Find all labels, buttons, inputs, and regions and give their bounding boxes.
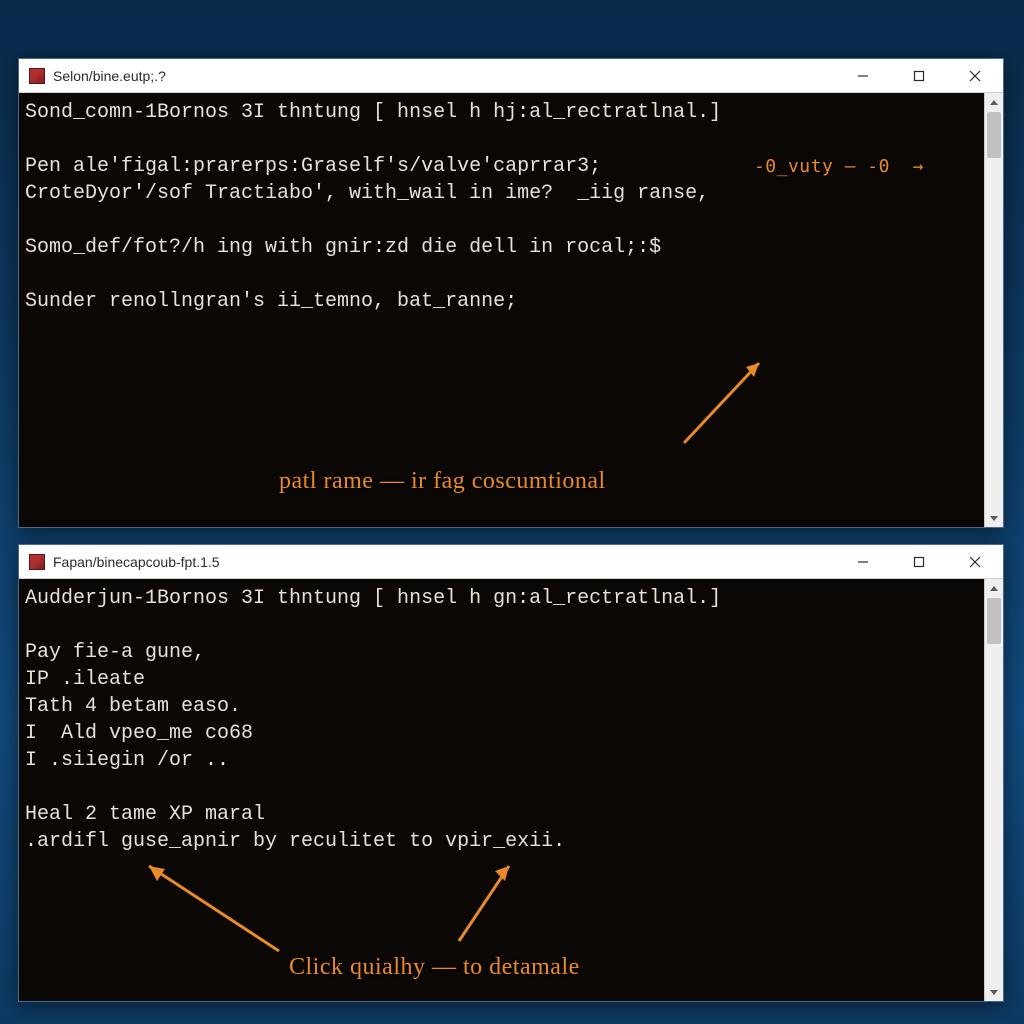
console-output[interactable]: Audderjun-1Bornos 3I thntung [ hnsel h g… xyxy=(19,579,984,1001)
minimize-button[interactable] xyxy=(835,545,891,578)
console-line: Sunder renollngran's ii_temno, bat_ranne… xyxy=(25,288,974,315)
scroll-thumb[interactable] xyxy=(987,598,1001,644)
scroll-up-button[interactable] xyxy=(985,93,1003,112)
maximize-button[interactable] xyxy=(891,59,947,92)
app-icon xyxy=(29,68,45,84)
scroll-down-button[interactable] xyxy=(985,508,1003,527)
console-line xyxy=(25,126,974,153)
window-title: Selon/bine.eutp;.? xyxy=(53,68,835,84)
scroll-thumb[interactable] xyxy=(987,112,1001,158)
console-line: Tath 4 betam easo. xyxy=(25,693,974,720)
console-line xyxy=(25,612,974,639)
console-line xyxy=(25,774,974,801)
console-line: Pay fie-a gune, xyxy=(25,639,974,666)
console-output[interactable]: Sond_comn-1Bornos 3I thntung [ hnsel h h… xyxy=(19,93,984,527)
close-button[interactable] xyxy=(947,545,1003,578)
annotation-bottom-label: patl rame — ir fag coscumtional xyxy=(279,465,606,497)
console-line: .ardifl guse_apnir by reculitet to vpir_… xyxy=(25,828,974,855)
console-line: Sond_comn-1Bornos 3I thntung [ hnsel h h… xyxy=(25,99,974,126)
terminal-window-2: Fapan/binecapcoub-fpt.1.5 Audderjun-1Bor… xyxy=(18,544,1004,1002)
window-controls xyxy=(835,545,1003,578)
arrow-left-icon xyxy=(129,851,299,961)
console-line: CroteDyor'/sof Tractiabo', with_wail in … xyxy=(25,180,974,207)
client-area: Audderjun-1Bornos 3I thntung [ hnsel h g… xyxy=(19,579,1003,1001)
vertical-scrollbar[interactable] xyxy=(984,579,1003,1001)
close-button[interactable] xyxy=(947,59,1003,92)
scroll-track[interactable] xyxy=(985,598,1003,982)
titlebar[interactable]: Selon/bine.eutp;.? xyxy=(19,59,1003,93)
client-area: Sond_comn-1Bornos 3I thntung [ hnsel h h… xyxy=(19,93,1003,527)
console-line: I .siiegin /or .. xyxy=(25,747,974,774)
annotation-bottom-label: Click quialhy — to detamale xyxy=(289,951,580,983)
scroll-track[interactable] xyxy=(985,112,1003,508)
console-line: Audderjun-1Bornos 3I thntung [ hnsel h g… xyxy=(25,585,974,612)
console-line: Somo_def/fot?/h ing with gnir:zd die del… xyxy=(25,234,974,261)
console-line: Pen ale'figal:prarerps:Graself's/valve'c… xyxy=(25,153,974,180)
scroll-up-button[interactable] xyxy=(985,579,1003,598)
app-icon xyxy=(29,554,45,570)
maximize-button[interactable] xyxy=(891,545,947,578)
minimize-button[interactable] xyxy=(835,59,891,92)
vertical-scrollbar[interactable] xyxy=(984,93,1003,527)
console-line: I Ald vpeo_me co68 xyxy=(25,720,974,747)
arrow-annotation-icon xyxy=(664,343,784,463)
console-line: Heal 2 tame XP maral xyxy=(25,801,974,828)
console-line xyxy=(25,261,974,288)
scroll-down-button[interactable] xyxy=(985,982,1003,1001)
window-title: Fapan/binecapcoub-fpt.1.5 xyxy=(53,554,835,570)
titlebar[interactable]: Fapan/binecapcoub-fpt.1.5 xyxy=(19,545,1003,579)
arrow-right-icon xyxy=(429,851,539,951)
console-line: IP .ileate xyxy=(25,666,974,693)
window-controls xyxy=(835,59,1003,92)
terminal-window-1: Selon/bine.eutp;.? Sond_comn-1Bornos 3I … xyxy=(18,58,1004,528)
console-line xyxy=(25,207,974,234)
